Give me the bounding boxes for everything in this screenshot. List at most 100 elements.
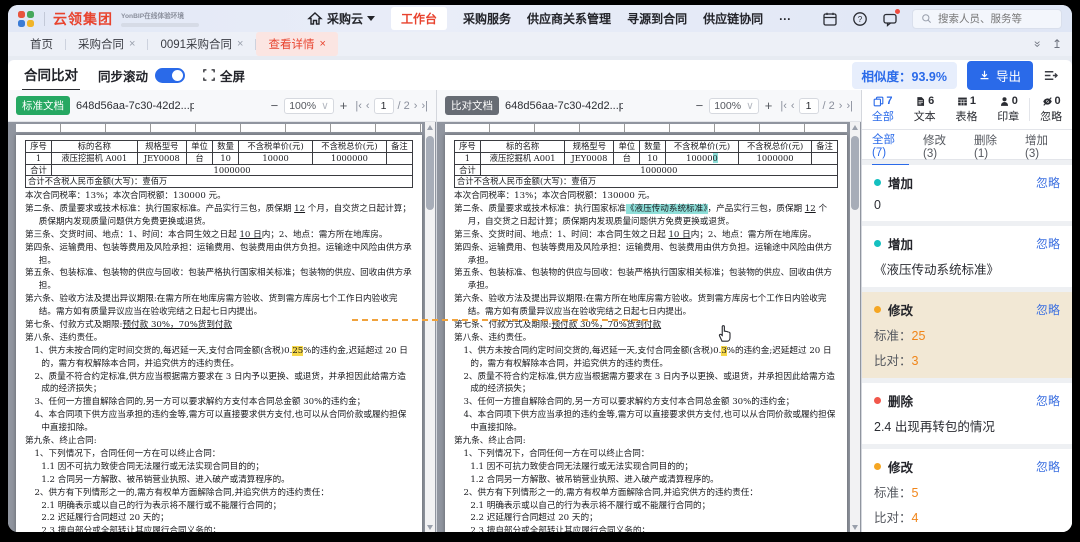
contract-clause: 2、质量不符合约定标准,供方应当根据需方要求在 3 日内予以更换、或退货，并承担… bbox=[463, 371, 835, 395]
diff-card-header: 修改 忽略 bbox=[874, 300, 1060, 319]
scroll-up-icon[interactable] bbox=[852, 125, 858, 130]
page-number-input[interactable] bbox=[373, 97, 394, 114]
diff-tab-印章[interactable]: 0 印章 bbox=[987, 90, 1029, 129]
nav-item-workbench[interactable]: 工作台 bbox=[391, 7, 448, 30]
contract-clause: 2.1 明确表示或以自己的行为表示将不履行或不能履行合同的； bbox=[470, 500, 711, 511]
global-search[interactable] bbox=[912, 8, 1062, 29]
diff-field-value: 3 bbox=[911, 354, 919, 368]
collapse-panel-button[interactable] bbox=[1043, 68, 1058, 83]
sync-scroll-toggle[interactable] bbox=[155, 67, 186, 83]
close-icon[interactable]: × bbox=[237, 38, 243, 50]
contract-clause: 第八条、违约责任。 bbox=[454, 332, 532, 343]
zoom-in-button[interactable]: + bbox=[338, 98, 350, 113]
nav-item-寻源到合同[interactable]: 寻源到合同 bbox=[627, 10, 687, 27]
compare-doc-scrollbar[interactable] bbox=[850, 122, 860, 532]
help-icon[interactable]: ? bbox=[852, 11, 868, 27]
ignore-link[interactable]: 忽略 bbox=[1036, 458, 1060, 475]
ignore-link[interactable]: 忽略 bbox=[1036, 174, 1060, 191]
prev-page-button[interactable]: ‹ bbox=[791, 100, 795, 112]
close-icon[interactable]: × bbox=[319, 38, 325, 50]
zoom-in-button[interactable]: + bbox=[763, 98, 775, 113]
tab-0091采购合同[interactable]: 0091采购合同 × bbox=[148, 32, 255, 56]
scroll-thumb[interactable] bbox=[851, 136, 859, 210]
contract-clause: 第四条、运输费用、包装等费用及风险承担：运输费用、包装费用由供方负担。运输途中风… bbox=[454, 242, 833, 266]
tab-采购合同[interactable]: 采购合同 × bbox=[66, 32, 147, 56]
first-page-button[interactable]: |‹ bbox=[780, 100, 787, 112]
nav-item-···[interactable]: ··· bbox=[779, 10, 791, 27]
table-cell: 10 bbox=[639, 151, 666, 165]
collapse-up-icon[interactable]: ↥ bbox=[1052, 37, 1062, 51]
diff-tab-忽略[interactable]: 0 忽略 bbox=[1030, 90, 1072, 129]
diff-filter-修改(3)[interactable]: 修改(3) bbox=[923, 125, 960, 165]
nav-item-home-cloud[interactable]: 采购云 bbox=[307, 10, 376, 27]
compare-doc-area[interactable]: 序号 标的名称 规格型号 单位 数量 不含税单价(元) 不含税总价(元) 备注 1 液压挖掘机 A… bbox=[437, 122, 861, 532]
calendar-icon[interactable] bbox=[822, 11, 838, 27]
message-icon[interactable] bbox=[882, 8, 900, 27]
scroll-down-icon[interactable] bbox=[427, 525, 433, 530]
contract-clause: 2.3 擅自部分或全部转让其应履行合同义务的； bbox=[41, 526, 222, 532]
tab-overflow-icon[interactable]: « bbox=[1030, 41, 1044, 48]
standard-doc-filename: 648d56aa-7c30-42d2...pdf bbox=[76, 99, 194, 112]
page-number-input[interactable] bbox=[798, 97, 819, 114]
nav-item-采购服务[interactable]: 采购服务 bbox=[463, 10, 511, 27]
diff-tab-count: 6 bbox=[928, 95, 935, 107]
diff-tab-文本[interactable]: 6 文本 bbox=[904, 90, 946, 129]
standard-doc-area[interactable]: 序号 标的名称 规格型号 单位 数量 不含税单价(元) 不含税总价(元) 备注 1 液压挖掘机 A… bbox=[8, 122, 436, 532]
diff-field-value: 2.4 出现再转包的情况 bbox=[874, 420, 995, 434]
contract-clause: 1.2 合同另一方解散、被吊销营业执照、进入破产或清算程序的。 bbox=[41, 474, 290, 485]
fullscreen-icon bbox=[203, 69, 215, 81]
nav-item-供应商关系管理[interactable]: 供应商关系管理 bbox=[527, 10, 611, 27]
fullscreen-button[interactable]: 全屏 bbox=[203, 66, 245, 85]
ignore-link[interactable]: 忽略 bbox=[1036, 301, 1060, 318]
diff-field-label: 标准： bbox=[874, 486, 912, 500]
diff-card[interactable]: 修改 忽略 标准：5 比对：4 bbox=[862, 449, 1072, 532]
ignore-link[interactable]: 忽略 bbox=[1036, 392, 1060, 409]
diff-connector-line bbox=[352, 319, 648, 321]
prev-page-button[interactable]: ‹ bbox=[366, 100, 370, 112]
diff-field-value: 4 bbox=[911, 511, 919, 525]
diff-type-dot bbox=[874, 179, 881, 186]
zoom-level-select[interactable]: 100% ∨ bbox=[284, 97, 334, 114]
diff-tab-label: 印章 bbox=[997, 111, 1020, 123]
diff-card[interactable]: 增加 忽略 《液压传动系统标准》 bbox=[862, 226, 1072, 287]
diff-card[interactable]: 增加 忽略 0 bbox=[862, 165, 1072, 221]
diff-card[interactable]: 删除 忽略 2.4 出现再转包的情况 bbox=[862, 383, 1072, 444]
diff-filter-增加(3)[interactable]: 增加(3) bbox=[1025, 125, 1062, 165]
table-cell: 10 bbox=[212, 151, 240, 165]
diff-tab-表格[interactable]: 1 表格 bbox=[946, 90, 988, 129]
tab-查看详情[interactable]: 查看详情 × bbox=[256, 32, 338, 56]
contract-table: 序号 标的名称 规格型号 单位 数量 不含税单价(元) 不含税总价(元) 备注 1 液压挖掘机 A… bbox=[24, 140, 414, 189]
scroll-down-icon[interactable] bbox=[852, 525, 858, 530]
contract-clause: 2.2 迟延履行合同超过 20 天的； bbox=[41, 513, 169, 524]
diff-type-dot bbox=[874, 306, 881, 313]
contract-clause: 1.2 合同另一方解散、被吊销营业执照、进入破产或清算程序的。 bbox=[470, 474, 719, 485]
diff-tab-label: 全部 bbox=[871, 111, 894, 123]
last-page-button[interactable]: ›| bbox=[421, 100, 428, 112]
nav-item-供应链协同[interactable]: 供应链协同 bbox=[703, 10, 763, 27]
ignore-link[interactable]: 忽略 bbox=[1036, 235, 1060, 252]
zoom-level-select[interactable]: 100% ∨ bbox=[709, 97, 759, 114]
table-cell: 100000 bbox=[664, 151, 740, 165]
standard-doc-scrollbar[interactable] bbox=[425, 122, 435, 532]
scroll-up-icon[interactable] bbox=[427, 125, 433, 130]
contract-clause: 1、供方未按合同约定时间交货的,每迟延一天,支付合同金额(含税)0.25%的违约… bbox=[34, 345, 408, 369]
previous-page-edge bbox=[445, 124, 847, 132]
diff-card[interactable]: 修改 忽略 标准：25 比对：3 bbox=[862, 292, 1072, 378]
last-page-button[interactable]: ›| bbox=[846, 100, 853, 112]
diff-filter-删除(1)[interactable]: 删除(1) bbox=[974, 125, 1011, 165]
tab-首页[interactable]: 首页 bbox=[18, 32, 65, 56]
next-page-button[interactable]: › bbox=[839, 100, 843, 112]
zoom-out-button[interactable]: − bbox=[269, 98, 281, 113]
contract-clause: 第六条、验收方法及提出异议期限:在需方所在地库房需方验收、货到需方库房七个工作日… bbox=[25, 294, 398, 318]
search-input[interactable] bbox=[938, 12, 1048, 25]
close-icon[interactable]: × bbox=[129, 38, 135, 50]
export-button[interactable]: 导出 bbox=[966, 60, 1033, 90]
zoom-out-button[interactable]: − bbox=[694, 98, 706, 113]
download-icon bbox=[980, 70, 989, 79]
next-page-button[interactable]: › bbox=[414, 100, 418, 112]
diff-type-dot bbox=[874, 463, 881, 470]
first-page-button[interactable]: |‹ bbox=[355, 100, 362, 112]
contract-clause: 第九条、终止合同: bbox=[454, 436, 526, 447]
scroll-thumb[interactable] bbox=[426, 136, 434, 210]
diff-card-header: 删除 忽略 bbox=[874, 391, 1060, 410]
